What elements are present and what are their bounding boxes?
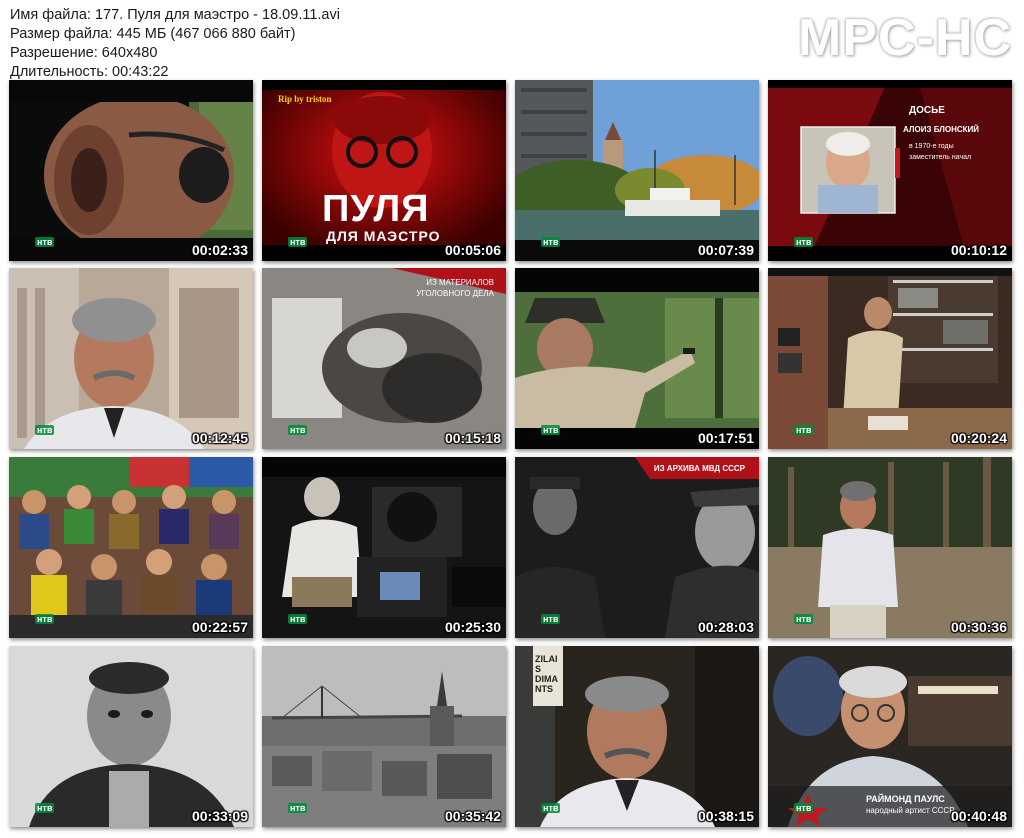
timestamp: 00:20:24	[950, 430, 1007, 446]
shop-sign: ZILAIS DIMANTS	[535, 654, 558, 694]
dossier-name: АЛОИЗ БЛОНСКИЙ	[903, 125, 980, 134]
timestamp: 00:30:36	[950, 619, 1007, 635]
channel-logo: нтв	[288, 425, 308, 435]
thumbnail-10[interactable]: нтв 00:25:30	[262, 457, 506, 638]
file-resolution: Разрешение: 640x480	[10, 45, 158, 61]
thumbnail-10-scene	[262, 457, 506, 638]
person-title: народный артист СССР	[866, 806, 955, 815]
thumbnail-grid: нтв 00:02:33 Rip by triston ПУЛЯ ДЛЯ МАЭ…	[9, 80, 1015, 832]
thumbnail-1[interactable]: нтв 00:02:33	[9, 80, 253, 261]
thumbnail-14-scene	[262, 646, 506, 827]
timestamp: 00:02:33	[191, 242, 248, 258]
thumbnail-12[interactable]: нтв 00:30:36	[768, 457, 1012, 638]
file-info: Имя файла: 177. Пуля для маэстро - 18.09…	[10, 6, 340, 82]
channel-logo: нтв	[541, 803, 561, 813]
caption-line-1: ИЗ МАТЕРИАЛОВ	[426, 278, 494, 287]
thumbnail-12-scene	[768, 457, 1012, 638]
thumbnail-3-scene	[515, 80, 759, 261]
timestamp: 00:10:12	[950, 242, 1007, 258]
timestamp: 00:17:51	[697, 430, 754, 446]
file-size: Размер файла: 445 МБ (467 066 880 байт)	[10, 26, 296, 42]
film-title: ПУЛЯ	[322, 188, 430, 230]
channel-logo: нтв	[288, 614, 308, 624]
thumbnail-11[interactable]: ИЗ АРХИВА МВД СССР нтв 00:28:03	[515, 457, 759, 638]
rip-credit: Rip by triston	[278, 94, 332, 104]
thumbnail-6[interactable]: ИЗ МАТЕРИАЛОВ УГОЛОВНОГО ДЕЛА нтв 00:15:…	[262, 268, 506, 449]
timestamp: 00:33:09	[191, 808, 248, 824]
thumbnail-15[interactable]: ZILAIS DIMANTS нтв 00:38:15	[515, 646, 759, 827]
thumbnail-13[interactable]: нтв 00:33:09	[9, 646, 253, 827]
thumbnail-5-scene	[9, 268, 253, 449]
timestamp: 00:15:18	[444, 430, 501, 446]
archive-caption: ИЗ АРХИВА МВД СССР	[653, 464, 745, 473]
timestamp: 00:28:03	[697, 619, 754, 635]
thumbnail-7-scene	[515, 268, 759, 449]
channel-logo: нтв	[35, 237, 55, 247]
timestamp: 00:07:39	[697, 242, 754, 258]
thumbnail-8-scene	[768, 268, 1012, 449]
thumbnail-3[interactable]: нтв 00:07:39	[515, 80, 759, 261]
person-name: РАЙМОНД ПАУЛС	[866, 794, 945, 804]
channel-logo: нтв	[794, 803, 814, 813]
timestamp: 00:05:06	[444, 242, 501, 258]
timestamp: 00:12:45	[191, 430, 248, 446]
film-subtitle: ДЛЯ МАЭСТРО	[326, 228, 441, 244]
channel-logo: нтв	[288, 237, 308, 247]
channel-logo: нтв	[794, 237, 814, 247]
timestamp: 00:40:48	[950, 808, 1007, 824]
thumbnail-5[interactable]: нтв 00:12:45	[9, 268, 253, 449]
timestamp: 00:38:15	[697, 808, 754, 824]
thumbnail-13-scene	[9, 646, 253, 827]
channel-logo: нтв	[541, 237, 561, 247]
dossier-line-2: заместитель начал	[909, 154, 972, 161]
dossier-line-1: в 1970-е годы	[909, 143, 954, 150]
caption-line-2: УГОЛОВНОГО ДЕЛА	[416, 289, 494, 298]
channel-logo: нтв	[541, 425, 561, 435]
thumbnail-4[interactable]: ДОСЬЕ АЛОИЗ БЛОНСКИЙ в 1970-е годы замес…	[768, 80, 1012, 261]
thumbnail-11-scene	[515, 457, 759, 638]
thumbnail-9[interactable]: нтв 00:22:57	[9, 457, 253, 638]
channel-logo: нтв	[35, 425, 55, 435]
thumbnail-4-scene	[768, 80, 1012, 261]
timestamp: 00:25:30	[444, 619, 501, 635]
thumbnail-16[interactable]: РАЙМОНД ПАУЛС народный артист СССР нтв 0…	[768, 646, 1012, 827]
channel-logo: нтв	[35, 614, 55, 624]
thumbnail-7[interactable]: нтв 00:17:51	[515, 268, 759, 449]
channel-logo: нтв	[794, 614, 814, 624]
channel-logo: нтв	[794, 425, 814, 435]
thumbnail-9-scene	[9, 457, 253, 638]
channel-logo: нтв	[541, 614, 561, 624]
channel-logo: нтв	[35, 803, 55, 813]
mpc-hc-logo: MPC-HC	[798, 9, 1012, 67]
thumbnail-14[interactable]: нтв 00:35:42	[262, 646, 506, 827]
thumbnail-1-scene	[9, 80, 253, 261]
channel-logo: нтв	[288, 803, 308, 813]
dossier-label: ДОСЬЕ	[909, 105, 945, 116]
thumbnail-8[interactable]: нтв 00:20:24	[768, 268, 1012, 449]
timestamp: 00:22:57	[191, 619, 248, 635]
timestamp: 00:35:42	[444, 808, 501, 824]
thumbnail-2[interactable]: Rip by triston ПУЛЯ ДЛЯ МАЭСТРО нтв 00:0…	[262, 80, 506, 261]
file-name: Имя файла: 177. Пуля для маэстро - 18.09…	[10, 7, 340, 23]
